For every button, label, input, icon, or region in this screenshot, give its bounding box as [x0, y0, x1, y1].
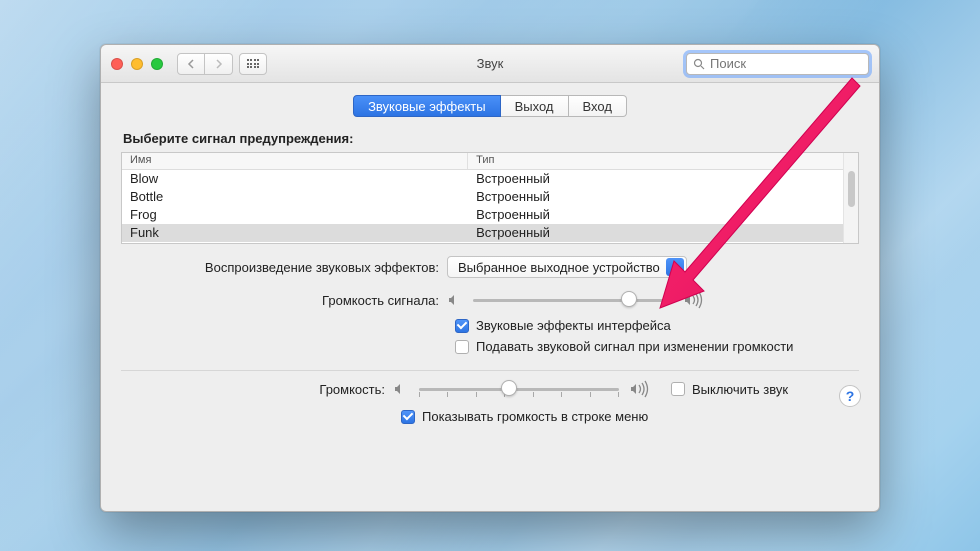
speaker-low-icon: [393, 381, 409, 397]
minimize-icon[interactable]: [131, 58, 143, 70]
tab-segmented-control: Звуковые эффекты Выход Вход: [121, 95, 859, 117]
mute-row: Выключить звук: [671, 382, 788, 397]
question-icon: ?: [846, 388, 855, 404]
nav-buttons: [177, 53, 233, 75]
table-header: Имя Тип: [122, 153, 843, 170]
volume-feedback-checkbox[interactable]: [455, 340, 469, 354]
output-volume-slider[interactable]: [419, 379, 619, 399]
alert-sound-table: Имя Тип BlowВстроенныйBottleВстроенныйFr…: [121, 152, 859, 244]
chevron-right-icon: [215, 59, 223, 69]
menubar-volume-row: Показывать громкость в строке меню: [121, 409, 859, 424]
cell-name: Blow: [122, 170, 468, 188]
chevron-left-icon: [187, 59, 195, 69]
forward-button[interactable]: [205, 53, 233, 75]
cell-type: Встроенный: [468, 206, 843, 224]
playback-label: Воспроизведение звуковых эффектов:: [121, 260, 447, 275]
search-input[interactable]: [710, 56, 862, 71]
cell-name: Funk: [122, 224, 468, 242]
preferences-window: Звук Звуковые эффекты Выход Вход Выберит…: [100, 44, 880, 512]
ui-sounds-label: Звуковые эффекты интерфейса: [476, 318, 671, 333]
table-row[interactable]: FunkВстроенный: [122, 224, 843, 242]
scrollbar[interactable]: [843, 153, 858, 243]
close-icon[interactable]: [111, 58, 123, 70]
table-row[interactable]: BottleВстроенный: [122, 188, 843, 206]
zoom-icon[interactable]: [151, 58, 163, 70]
tab-output[interactable]: Выход: [501, 95, 569, 117]
mute-label: Выключить звук: [692, 382, 788, 397]
playback-device-row: Воспроизведение звуковых эффектов: Выбра…: [121, 256, 859, 278]
alert-volume-row: Громкость сигнала:: [121, 290, 859, 310]
cell-name: Bottle: [122, 188, 468, 206]
content-area: Звуковые эффекты Выход Вход Выберите сиг…: [101, 83, 879, 511]
volume-feedback-label: Подавать звуковой сигнал при изменении г…: [476, 339, 793, 354]
table-row[interactable]: BlowВстроенный: [122, 170, 843, 188]
menubar-volume-checkbox[interactable]: [401, 410, 415, 424]
volume-feedback-row: Подавать звуковой сигнал при изменении г…: [121, 339, 859, 354]
cell-type: Встроенный: [468, 188, 843, 206]
divider: [121, 370, 859, 371]
dropdown-value: Выбранное выходное устройство: [458, 260, 660, 275]
titlebar: Звук: [101, 45, 879, 83]
updown-arrows-icon: [666, 258, 684, 276]
alert-volume-label: Громкость сигнала:: [121, 293, 447, 308]
cell-type: Встроенный: [468, 170, 843, 188]
back-button[interactable]: [177, 53, 205, 75]
cell-name: Frog: [122, 206, 468, 224]
mute-checkbox[interactable]: [671, 382, 685, 396]
ui-sounds-row: Звуковые эффекты интерфейса: [121, 318, 859, 333]
cell-type: Встроенный: [468, 224, 843, 242]
speaker-high-icon: [629, 380, 651, 398]
alert-sound-label: Выберите сигнал предупреждения:: [123, 131, 859, 146]
column-type[interactable]: Тип: [468, 153, 843, 169]
tab-input[interactable]: Вход: [569, 95, 627, 117]
column-name[interactable]: Имя: [122, 153, 468, 169]
table-row[interactable]: FrogВстроенный: [122, 206, 843, 224]
traffic-lights: [111, 58, 163, 70]
search-field[interactable]: [686, 53, 869, 75]
show-all-button[interactable]: [239, 53, 267, 75]
speaker-high-icon: [683, 291, 705, 309]
grid-icon: [247, 59, 260, 68]
ui-sounds-checkbox[interactable]: [455, 319, 469, 333]
alert-volume-slider[interactable]: [473, 290, 673, 310]
help-button[interactable]: ?: [839, 385, 861, 407]
tab-sound-effects[interactable]: Звуковые эффекты: [353, 95, 501, 117]
search-icon: [693, 58, 705, 70]
output-volume-label: Громкость:: [121, 382, 393, 397]
speaker-low-icon: [447, 292, 463, 308]
output-volume-row: Громкость: Выключить звук: [121, 379, 859, 399]
menubar-volume-label: Показывать громкость в строке меню: [422, 409, 648, 424]
playback-device-dropdown[interactable]: Выбранное выходное устройство: [447, 256, 687, 278]
